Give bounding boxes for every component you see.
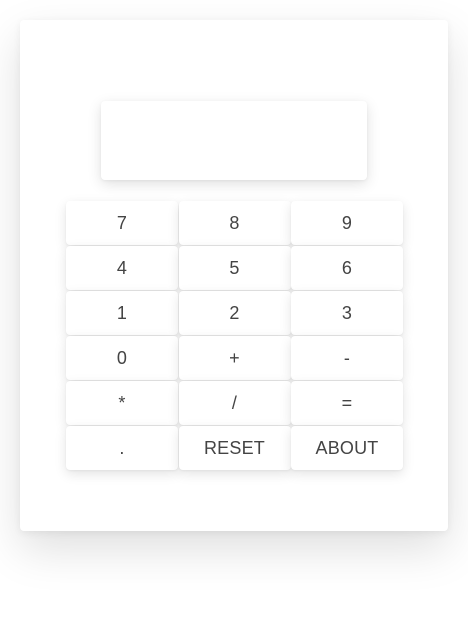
- page: 7 8 9 4 5 6 1 2 3 0 + - * / = . RESET AB…: [0, 0, 468, 633]
- divide-button[interactable]: /: [178, 381, 291, 425]
- reset-button[interactable]: RESET: [178, 426, 291, 470]
- plus-button[interactable]: +: [178, 336, 291, 380]
- key-5-button[interactable]: 5: [178, 246, 291, 290]
- keypad: 7 8 9 4 5 6 1 2 3 0 + - * / = . RESET AB…: [66, 201, 403, 470]
- about-button[interactable]: ABOUT: [291, 426, 403, 470]
- key-4-button[interactable]: 4: [66, 246, 178, 290]
- key-1-button[interactable]: 1: [66, 291, 178, 335]
- key-7-button[interactable]: 7: [66, 201, 178, 245]
- key-3-button[interactable]: 3: [291, 291, 403, 335]
- calculator-display: [101, 101, 367, 180]
- equals-button[interactable]: =: [291, 381, 403, 425]
- key-9-button[interactable]: 9: [291, 201, 403, 245]
- minus-button[interactable]: -: [291, 336, 403, 380]
- key-0-button[interactable]: 0: [66, 336, 178, 380]
- key-6-button[interactable]: 6: [291, 246, 403, 290]
- multiply-button[interactable]: *: [66, 381, 178, 425]
- calculator-card: 7 8 9 4 5 6 1 2 3 0 + - * / = . RESET AB…: [20, 20, 448, 531]
- key-2-button[interactable]: 2: [178, 291, 291, 335]
- key-8-button[interactable]: 8: [178, 201, 291, 245]
- decimal-button[interactable]: .: [66, 426, 178, 470]
